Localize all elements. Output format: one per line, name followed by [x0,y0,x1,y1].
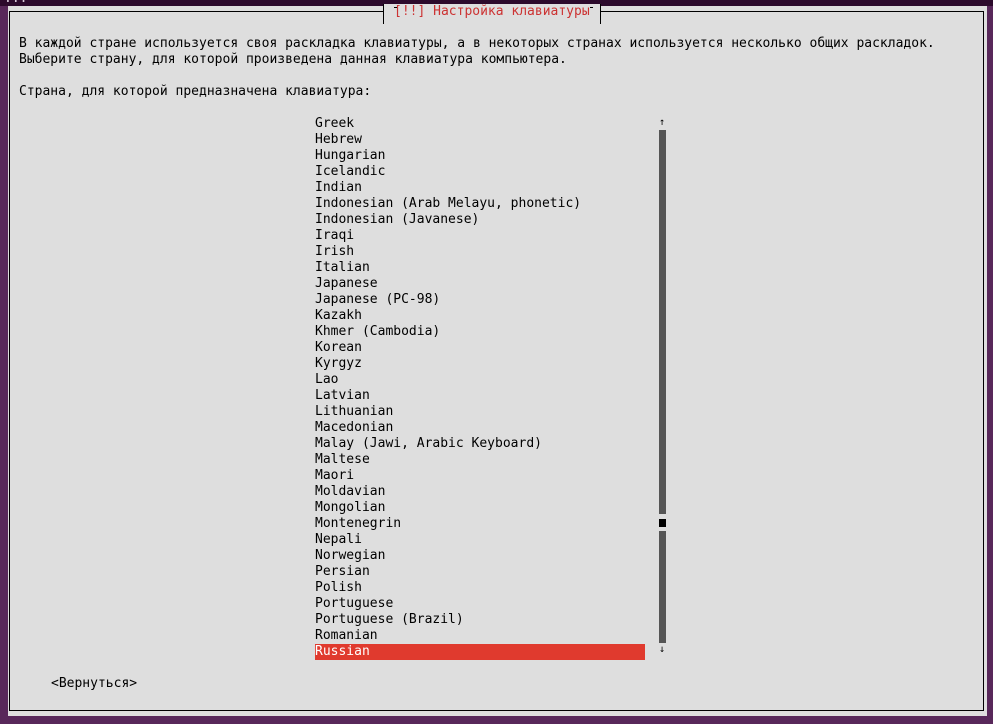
list-item[interactable]: Greek [315,116,645,132]
list-item[interactable]: Icelandic [315,164,645,180]
list-item[interactable]: Korean [315,340,645,356]
list-item[interactable]: Persian [315,564,645,580]
description-line-1: В каждой стране используется своя раскла… [19,36,935,51]
list-item[interactable]: Romanian [315,628,645,644]
back-button[interactable]: <Вернуться> [51,676,137,692]
list-item[interactable]: Malay (Jawi, Arabic Keyboard) [315,436,645,452]
list-item[interactable]: Irish [315,244,645,260]
list-item[interactable]: Portuguese [315,596,645,612]
list-item[interactable]: Lithuanian [315,404,645,420]
scrollbar-track-lower[interactable] [659,531,666,643]
list-item[interactable]: Hebrew [315,132,645,148]
list-item[interactable]: Italian [315,260,645,276]
list-item[interactable]: Lao [315,372,645,388]
keyboard-config-dialog: [!!] Настройка клавиатуры В каждой стран… [8,4,987,716]
list-item-selected[interactable]: Russian [315,644,645,660]
list-item[interactable]: Kazakh [315,308,645,324]
dialog-title: [!!] Настройка клавиатуры [383,4,601,24]
scroll-down-arrow-icon[interactable]: ↓ [658,643,666,657]
list-scrollbar[interactable]: ↑ ↓ [658,116,666,660]
list-item[interactable]: Montenegrin [315,516,645,532]
screen: ... [!!] Настройка клавиатуры В каждой с… [0,0,993,724]
list-item[interactable]: Mongolian [315,500,645,516]
list-item[interactable]: Maltese [315,452,645,468]
list-item[interactable]: Portuguese (Brazil) [315,612,645,628]
scrollbar-track-upper[interactable] [659,130,666,514]
list-item[interactable]: Maori [315,468,645,484]
list-item[interactable]: Indonesian (Arab Melayu, phonetic) [315,196,645,212]
list-item[interactable]: Japanese [315,276,645,292]
list-item[interactable]: Latvian [315,388,645,404]
list-item[interactable]: Khmer (Cambodia) [315,324,645,340]
list-item[interactable]: Japanese (PC-98) [315,292,645,308]
list-item[interactable]: Polish [315,580,645,596]
list-item[interactable]: Hungarian [315,148,645,164]
list-item[interactable]: Iraqi [315,228,645,244]
list-item[interactable]: Macedonian [315,420,645,436]
list-item[interactable]: Indian [315,180,645,196]
list-item[interactable]: Nepali [315,532,645,548]
list-prompt: Страна, для которой предназначена клавиа… [19,84,372,99]
country-list[interactable]: Greek Hebrew Hungarian Icelandic Indian Indon… [315,116,645,660]
scrollbar-thumb[interactable] [659,519,666,527]
list-item[interactable]: Kyrgyz [315,356,645,372]
list-item[interactable]: Moldavian [315,484,645,500]
scroll-up-arrow-icon[interactable]: ↑ [658,116,666,130]
list-item[interactable]: Indonesian (Javanese) [315,212,645,228]
description-line-2: Выберите страну, для которой произведена… [19,52,567,67]
list-item[interactable]: Norwegian [315,548,645,564]
